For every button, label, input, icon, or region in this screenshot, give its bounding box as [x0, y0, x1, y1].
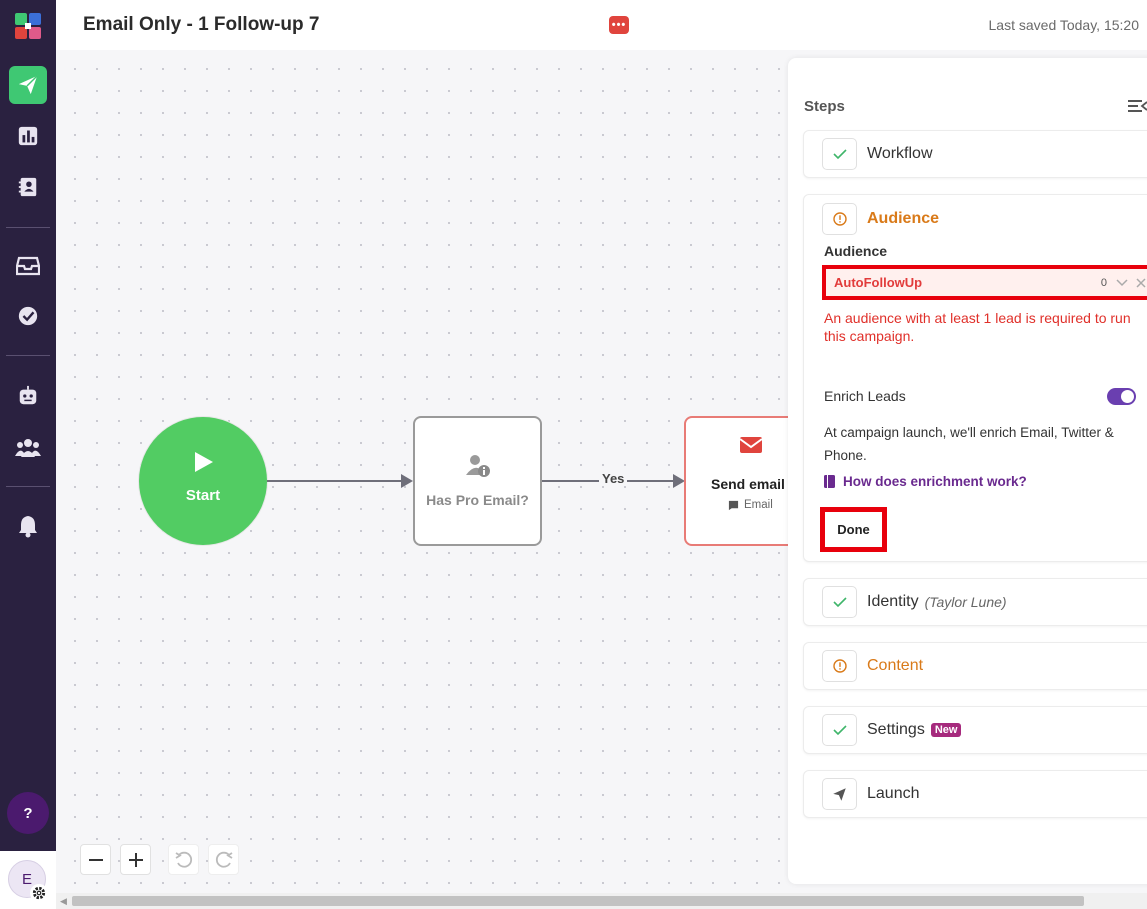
help-button[interactable]: ? [7, 792, 49, 834]
sidebar: ? E [0, 0, 56, 909]
nav-campaigns[interactable] [9, 66, 47, 104]
paper-plane-icon [833, 787, 846, 801]
new-badge: New [930, 723, 962, 737]
step-workflow[interactable]: Workflow [803, 130, 1147, 178]
step-content-label: Content [867, 657, 924, 674]
paper-plane-icon [18, 75, 38, 95]
more-options-button[interactable]: ••• [609, 16, 629, 34]
nav-team[interactable] [9, 429, 47, 467]
enrich-leads-label: Enrich Leads [824, 388, 906, 404]
audience-field-label: Audience [824, 243, 888, 259]
horizontal-scrollbar[interactable]: ◀ [56, 893, 1147, 909]
warning-circle-icon [832, 212, 847, 226]
step-identity[interactable]: Identity (Taylor Lune) [803, 578, 1147, 626]
redo-icon [215, 851, 232, 868]
send-email-sublabel: Email [728, 499, 773, 511]
warning-circle-icon [832, 659, 847, 673]
condition-node[interactable]: Has Pro Email? [413, 416, 542, 546]
enrich-leads-toggle[interactable] [1107, 388, 1136, 405]
zoom-out-button[interactable] [80, 844, 111, 875]
step-identity-detail: (Taylor Lune) [924, 594, 1007, 610]
bell-icon [19, 516, 37, 538]
done-button[interactable]: Done [820, 507, 887, 552]
step-status-box [822, 778, 857, 810]
step-settings[interactable]: Settings New [803, 706, 1147, 754]
steps-title: Steps [804, 98, 845, 115]
undo-button[interactable] [168, 844, 199, 875]
nav-analytics[interactable] [9, 117, 47, 155]
more-icon: ••• [611, 18, 627, 31]
settings-gear-icon[interactable] [30, 884, 48, 902]
app-logo[interactable] [14, 12, 42, 40]
sidebar-divider [6, 486, 50, 487]
step-status-box [822, 650, 857, 682]
last-saved-status: Last saved Today, 15:20 [988, 17, 1139, 33]
enrichment-help-link-text: How does enrichment work? [843, 474, 1027, 489]
robot-icon [19, 385, 37, 405]
step-status-box [822, 714, 857, 746]
message-icon [728, 500, 739, 510]
book-icon [824, 475, 835, 488]
scrollbar-thumb[interactable] [72, 896, 1084, 906]
account-area: E [0, 851, 56, 909]
clear-icon[interactable] [1136, 277, 1146, 288]
nav-notifications[interactable] [9, 507, 47, 545]
collapse-panel-icon[interactable] [1128, 98, 1147, 119]
start-node[interactable]: Start [139, 417, 267, 545]
audience-lead-count: 0 [1100, 276, 1107, 289]
sidebar-divider [6, 355, 50, 356]
nav-tasks[interactable] [9, 297, 47, 335]
audience-select[interactable]: AutoFollowUp 0 [822, 265, 1147, 300]
scroll-left-icon[interactable]: ◀ [60, 896, 67, 907]
send-email-label: Send email [711, 476, 785, 492]
inbox-tray-icon [16, 256, 40, 276]
redo-button[interactable] [208, 844, 239, 875]
check-icon [832, 725, 847, 736]
check-circle-icon [18, 306, 38, 326]
step-content[interactable]: Content [803, 642, 1147, 690]
enrichment-help-link[interactable]: How does enrichment work? [824, 474, 1027, 489]
user-info-icon [465, 455, 490, 477]
envelope-icon [739, 437, 763, 453]
step-workflow-label: Workflow [867, 145, 933, 162]
play-icon [195, 451, 213, 472]
nav-bot[interactable] [9, 377, 47, 415]
audience-selected-value: AutoFollowUp [834, 275, 923, 290]
step-launch[interactable]: Launch [803, 770, 1147, 818]
page-title[interactable]: Email Only - 1 Follow-up 7 [83, 14, 319, 36]
minus-icon [88, 858, 103, 861]
plus-icon [128, 852, 143, 867]
step-identity-label: Identity [867, 593, 919, 610]
step-launch-label: Launch [867, 785, 920, 802]
edge-start-condition [267, 480, 404, 482]
audience-error-message: An audience with at least 1 lead is requ… [824, 310, 1131, 344]
step-status-box [822, 203, 857, 235]
step-status-box [822, 138, 857, 170]
check-icon [832, 597, 847, 608]
step-audience-label[interactable]: Audience [867, 210, 939, 228]
nav-contacts[interactable] [9, 168, 47, 206]
users-icon [15, 439, 41, 457]
undo-icon [175, 851, 192, 868]
chevron-down-icon[interactable] [1116, 278, 1128, 287]
zoom-in-button[interactable] [120, 844, 151, 875]
condition-node-label: Has Pro Email? [426, 492, 529, 508]
bar-chart-icon [18, 126, 38, 146]
start-node-label: Start [185, 486, 221, 504]
step-settings-label: Settings [867, 721, 925, 738]
check-icon [832, 149, 847, 160]
steps-panel: Steps Workflow Audience Audience AutoFol… [788, 58, 1147, 884]
send-email-sublabel-text: Email [744, 499, 773, 511]
step-status-box [822, 586, 857, 618]
contact-book-icon [18, 177, 37, 197]
enrich-description: At campaign launch, we'll enrich Email, … [824, 425, 1114, 463]
top-header: Email Only - 1 Follow-up 7 ••• Last save… [56, 0, 1147, 50]
edge-yes-label: Yes [599, 471, 628, 486]
nav-inbox[interactable] [9, 247, 47, 285]
sidebar-divider [6, 227, 50, 228]
step-audience: Audience Audience AutoFollowUp 0 An audi… [803, 194, 1147, 562]
arrow-head [401, 474, 413, 488]
